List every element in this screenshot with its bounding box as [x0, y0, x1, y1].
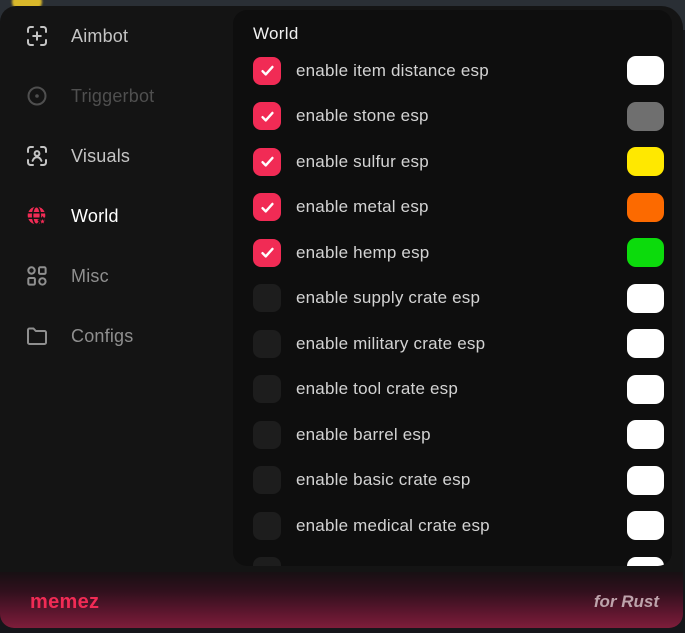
settings-row: enable sulfur esp — [253, 139, 664, 185]
row-checkbox[interactable] — [253, 148, 281, 176]
row-label: enable medical crate esp — [296, 516, 627, 536]
sidebar-item-triggerbot[interactable]: Triggerbot — [0, 66, 233, 126]
row-label: enable supply crate esp — [296, 288, 627, 308]
color-swatch[interactable] — [627, 557, 664, 566]
row-checkbox[interactable] — [253, 466, 281, 494]
check-icon — [259, 199, 276, 216]
row-checkbox[interactable] — [253, 512, 281, 540]
row-checkbox[interactable] — [253, 239, 281, 267]
check-icon — [259, 108, 276, 125]
settings-row — [253, 549, 664, 567]
world-panel: World enable item distance esp enable st… — [233, 10, 672, 566]
color-swatch[interactable] — [627, 102, 664, 131]
color-swatch[interactable] — [627, 375, 664, 404]
color-swatch[interactable] — [627, 329, 664, 358]
globe-icon — [25, 204, 49, 228]
row-label: enable hemp esp — [296, 243, 627, 263]
row-label: enable stone esp — [296, 106, 627, 126]
settings-row: enable item distance esp — [253, 48, 664, 94]
sidebar-item-label: Triggerbot — [71, 86, 154, 107]
person-scan-icon — [25, 144, 49, 168]
sidebar-item-label: World — [71, 206, 119, 227]
color-swatch[interactable] — [627, 511, 664, 540]
settings-row: enable stone esp — [253, 94, 664, 140]
color-swatch[interactable] — [627, 56, 664, 85]
sidebar-item-label: Aimbot — [71, 26, 128, 47]
color-swatch[interactable] — [627, 284, 664, 313]
circle-dot-icon — [25, 84, 49, 108]
check-icon — [259, 244, 276, 261]
cheat-menu-window: Aimbot Triggerbot Visuals World Misc Con… — [0, 6, 683, 628]
panel-title: World — [253, 24, 299, 44]
folder-icon — [25, 324, 49, 348]
row-checkbox[interactable] — [253, 421, 281, 449]
row-checkbox[interactable] — [253, 193, 281, 221]
settings-row: enable basic crate esp — [253, 458, 664, 504]
row-checkbox[interactable] — [253, 375, 281, 403]
color-swatch[interactable] — [627, 193, 664, 222]
settings-row: enable military crate esp — [253, 321, 664, 367]
sidebar-item-world[interactable]: World — [0, 186, 233, 246]
check-icon — [259, 153, 276, 170]
row-label: enable military crate esp — [296, 334, 627, 354]
grid-icon — [25, 264, 49, 288]
color-swatch[interactable] — [627, 466, 664, 495]
row-label: enable sulfur esp — [296, 152, 627, 172]
settings-row: enable metal esp — [253, 185, 664, 231]
row-checkbox[interactable] — [253, 102, 281, 130]
settings-row: enable supply crate esp — [253, 276, 664, 322]
row-checkbox[interactable] — [253, 330, 281, 358]
crosshair-icon — [25, 24, 49, 48]
sidebar-nav: Aimbot Triggerbot Visuals World Misc Con… — [0, 6, 233, 558]
row-checkbox[interactable] — [253, 57, 281, 85]
sidebar-item-label: Configs — [71, 326, 133, 347]
row-label: enable basic crate esp — [296, 470, 627, 490]
sidebar-item-misc[interactable]: Misc — [0, 246, 233, 306]
sidebar-item-label: Visuals — [71, 146, 130, 167]
product-tagline: for Rust — [594, 592, 659, 612]
sidebar-item-aimbot[interactable]: Aimbot — [0, 6, 233, 66]
row-label: enable metal esp — [296, 197, 627, 217]
settings-row: enable medical crate esp — [253, 503, 664, 549]
settings-list: enable item distance esp enable stone es… — [253, 48, 664, 566]
sidebar-item-visuals[interactable]: Visuals — [0, 126, 233, 186]
settings-row: enable barrel esp — [253, 412, 664, 458]
color-swatch[interactable] — [627, 420, 664, 449]
footer: memez for Rust — [0, 572, 683, 628]
sidebar-item-label: Misc — [71, 266, 109, 287]
row-label: enable item distance esp — [296, 61, 627, 81]
color-swatch[interactable] — [627, 238, 664, 267]
row-checkbox[interactable] — [253, 557, 281, 566]
brand-name: memez — [30, 591, 99, 614]
row-checkbox[interactable] — [253, 284, 281, 312]
check-icon — [259, 62, 276, 79]
sidebar-item-configs[interactable]: Configs — [0, 306, 233, 366]
row-label: enable tool crate esp — [296, 379, 627, 399]
row-label: enable barrel esp — [296, 425, 627, 445]
color-swatch[interactable] — [627, 147, 664, 176]
settings-row: enable tool crate esp — [253, 367, 664, 413]
settings-row: enable hemp esp — [253, 230, 664, 276]
